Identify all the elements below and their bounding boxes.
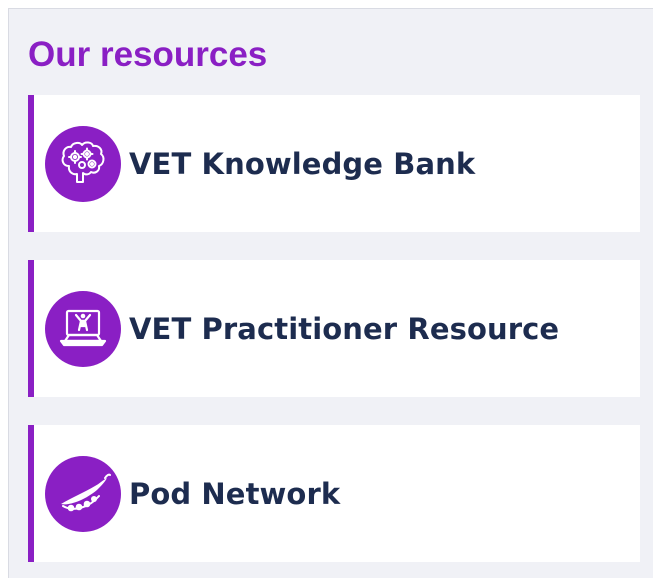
resource-card-label: VET Practitioner Resource [129,311,560,346]
resource-card-label: VET Knowledge Bank [129,146,476,181]
laptop-person-icon [45,290,121,367]
brain-gears-icon [45,125,121,202]
resource-card-pod-network[interactable]: Pod Network [28,425,640,562]
resource-card-vet-practitioner-resource[interactable]: VET Practitioner Resource [28,260,640,397]
resources-panel: Our resources VET Knowledge Bank VET Pra… [8,8,653,578]
panel-title: Our resources [28,35,268,74]
resource-card-label: Pod Network [129,476,341,511]
pea-pod-icon [45,455,121,532]
resource-card-vet-knowledge-bank[interactable]: VET Knowledge Bank [28,95,640,232]
